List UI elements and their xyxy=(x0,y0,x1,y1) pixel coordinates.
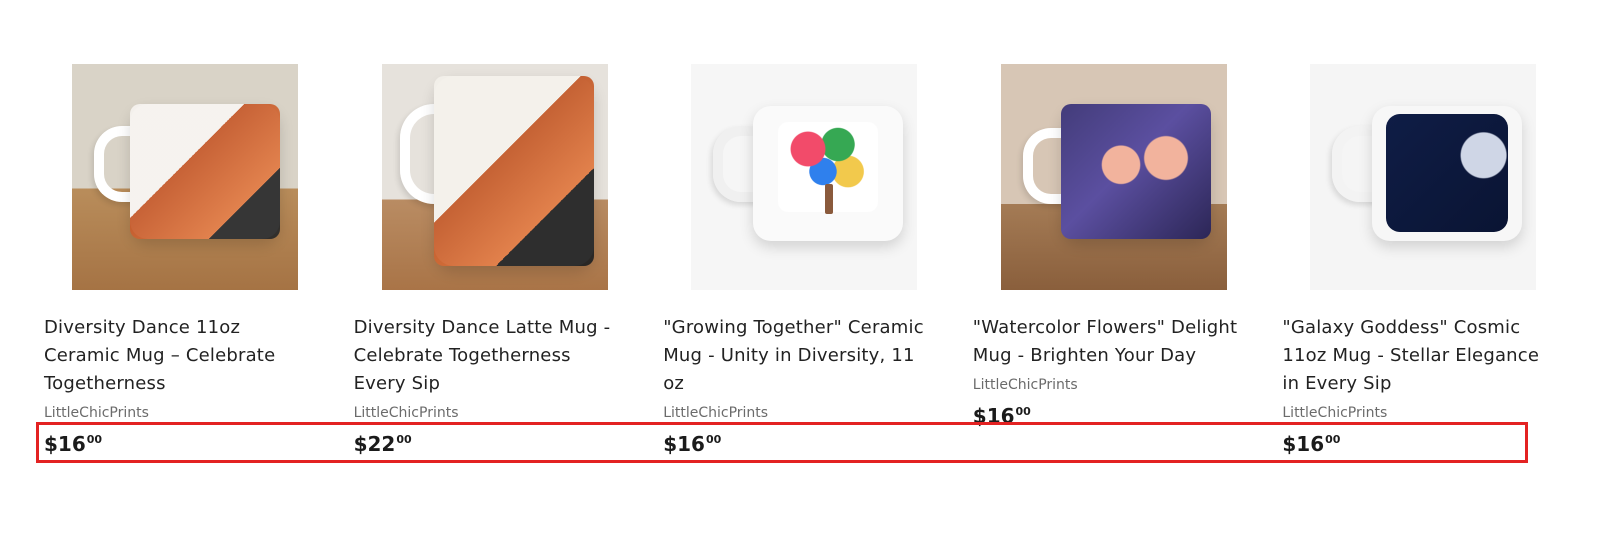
price-cents: 00 xyxy=(396,433,412,446)
mug-illustration xyxy=(1372,106,1523,241)
price-cents: 00 xyxy=(1325,433,1341,446)
product-image[interactable] xyxy=(381,64,608,290)
product-vendor[interactable]: LittleChicPrints xyxy=(973,376,1247,394)
price-main: $22 xyxy=(353,432,396,456)
price-main: $16 xyxy=(972,404,1015,428)
price-main: $16 xyxy=(663,432,705,456)
product-price: $16 00 xyxy=(663,432,937,456)
price-cents: 00 xyxy=(1015,405,1031,418)
product-price: $16 00 xyxy=(973,404,1247,428)
product-image[interactable] xyxy=(72,64,298,290)
product-title[interactable]: Diversity Dance Latte Mug - Celebrate To… xyxy=(354,314,628,398)
product-title[interactable]: Diversity Dance 11oz Ceramic Mug – Celeb… xyxy=(44,314,318,398)
product-grid-page: Diversity Dance 11oz Ceramic Mug – Celeb… xyxy=(0,0,1600,533)
product-title[interactable]: "Growing Together" Ceramic Mug - Unity i… xyxy=(663,314,937,398)
mug-trunk xyxy=(825,184,834,214)
price-main: $16 xyxy=(1282,432,1325,456)
product-price: $22 00 xyxy=(354,432,628,456)
product-card[interactable]: Diversity Dance 11oz Ceramic Mug – Celeb… xyxy=(44,64,318,456)
mug-art xyxy=(130,104,280,239)
product-vendor[interactable]: LittleChicPrints xyxy=(44,404,318,422)
product-image[interactable] xyxy=(1000,64,1227,290)
price-cents: 00 xyxy=(705,433,722,446)
product-title[interactable]: "Galaxy Goddess" Cosmic 11oz Mug - Stell… xyxy=(1282,314,1556,398)
mug-illustration xyxy=(753,106,904,241)
product-vendor[interactable]: LittleChicPrints xyxy=(354,404,628,422)
product-title[interactable]: "Watercolor Flowers" Delight Mug - Brigh… xyxy=(973,314,1247,370)
product-card[interactable]: "Growing Together" Ceramic Mug - Unity i… xyxy=(663,64,937,456)
mug-art xyxy=(1060,104,1211,239)
price-main: $16 xyxy=(44,432,86,456)
product-grid: Diversity Dance 11oz Ceramic Mug – Celeb… xyxy=(44,64,1556,456)
product-card[interactable]: "Galaxy Goddess" Cosmic 11oz Mug - Stell… xyxy=(1282,64,1556,456)
mug-illustration xyxy=(130,104,280,239)
mug-art xyxy=(433,76,594,266)
product-vendor[interactable]: LittleChicPrints xyxy=(1282,404,1556,422)
product-image[interactable] xyxy=(691,64,918,290)
mug-art xyxy=(1386,114,1509,232)
product-price: $16 00 xyxy=(1282,432,1556,456)
mug-illustration xyxy=(433,76,594,266)
product-card[interactable]: "Watercolor Flowers" Delight Mug - Brigh… xyxy=(973,64,1247,456)
product-card[interactable]: Diversity Dance Latte Mug - Celebrate To… xyxy=(354,64,628,456)
product-vendor[interactable]: LittleChicPrints xyxy=(663,404,937,422)
product-price: $16 00 xyxy=(44,432,318,456)
price-cents: 00 xyxy=(86,433,103,446)
product-image[interactable] xyxy=(1310,64,1537,290)
mug-illustration xyxy=(1060,104,1211,239)
